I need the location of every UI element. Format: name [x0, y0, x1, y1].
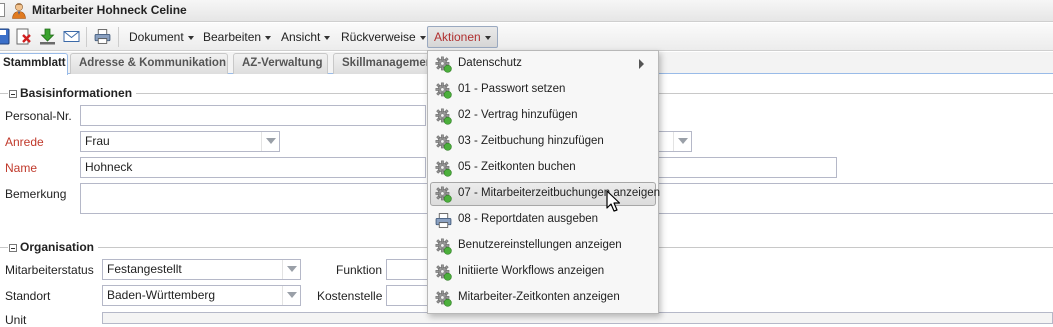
chevron-right-icon — [639, 59, 644, 69]
mitarbeiterstatus-label: Mitarbeiterstatus — [5, 263, 94, 277]
menu-item-label: 03 - Zeitbuchung hinzufügen — [458, 135, 604, 147]
section-title: Organisation — [20, 240, 95, 254]
name-label: Name — [5, 161, 38, 175]
print-icon — [435, 212, 452, 229]
tab-az-verwaltung[interactable]: AZ-Verwaltung — [233, 53, 328, 74]
menu-label: Rückverweise — [341, 30, 416, 44]
menu-item-label: 08 - Reportdaten ausgeben — [458, 213, 599, 225]
menu-item-label: Initiierte Workflows anzeigen — [458, 265, 605, 277]
personal-nr-label: Personal-Nr. — [5, 109, 72, 123]
mouse-pointer-icon — [606, 190, 621, 212]
print-icon[interactable] — [94, 28, 111, 45]
kostenstelle-label: Kostenstelle — [317, 289, 383, 303]
menu-label: Aktionen — [434, 30, 481, 44]
chevron-down-icon[interactable] — [282, 260, 300, 279]
aktionen-dropdown-menu: Datenschutz 01 - Passwort setzen 02 - Ve… — [427, 50, 660, 314]
menu-item-mitarbeiterzeitbuchungen-anzeigen[interactable]: 07 - Mitarbeiterzeitbuchungen anzeigen — [430, 182, 660, 206]
standort-label: Standort — [5, 289, 51, 303]
menu-item-zeitbuchung-hinzufuegen[interactable]: 03 - Zeitbuchung hinzufügen — [430, 130, 656, 154]
menu-item-benutzereinstellungen-anzeigen[interactable]: Benutzereinstellungen anzeigen — [430, 234, 656, 258]
chevron-down-icon — [419, 35, 426, 40]
menu-item-label: 05 - Zeitkonten buchen — [458, 161, 576, 173]
menu-item-passwort-setzen[interactable]: 01 - Passwort setzen — [430, 78, 656, 102]
section-organisation[interactable]: Organisation — [0, 240, 120, 255]
tab-stammblatt[interactable]: Stammblatt — [0, 53, 68, 75]
toolbar-separator — [86, 27, 87, 47]
chevron-down-icon — [324, 35, 331, 40]
chevron-down-icon[interactable] — [261, 132, 279, 151]
gear-icon — [435, 56, 452, 73]
standort-value: Baden-Württemberg — [107, 288, 216, 302]
menu-item-label: Mitarbeiter-Zeitkonten anzeigen — [458, 291, 620, 303]
unit-label: Unit — [5, 313, 27, 327]
menu-rueckverweise[interactable]: Rückverweise — [334, 26, 433, 48]
menu-item-label: 07 - Mitarbeiterzeitbuchungen anzeigen — [458, 187, 661, 199]
menu-item-reportdaten-ausgeben[interactable]: 08 - Reportdaten ausgeben — [430, 208, 656, 232]
mitarbeiterstatus-value: Festangestellt — [107, 262, 182, 276]
gear-icon — [435, 264, 452, 281]
menu-dokument[interactable]: Dokument — [122, 26, 201, 48]
section-title: Basisinformationen — [20, 86, 133, 100]
anrede-value: Frau — [85, 134, 110, 148]
menu-label: Bearbeiten — [203, 30, 262, 44]
user-icon — [12, 3, 26, 19]
chevron-down-icon — [265, 35, 272, 40]
menu-item-label: Benutzereinstellungen anzeigen — [458, 239, 622, 251]
bemerkung-label: Bemerkung — [5, 187, 67, 201]
menu-item-label: 02 - Vertrag hinzufügen — [458, 109, 578, 121]
menu-item-mitarbeiter-zeitkonten-anzeigen[interactable]: Mitarbeiter-Zeitkonten anzeigen — [430, 286, 656, 310]
funktion-label: Funktion — [336, 263, 383, 277]
section-basisinformationen[interactable]: Basisinformationen — [0, 86, 160, 101]
menu-item-zeitkonten-buchen[interactable]: 05 - Zeitkonten buchen — [430, 156, 656, 180]
menu-bearbeiten[interactable]: Bearbeiten — [196, 26, 278, 48]
delete-icon[interactable] — [15, 28, 32, 45]
chevron-down-icon[interactable] — [282, 286, 300, 305]
personal-nr-field[interactable] — [80, 105, 426, 126]
chevron-down-icon[interactable] — [673, 132, 691, 151]
menu-item-initiierte-workflows-anzeigen[interactable]: Initiierte Workflows anzeigen — [430, 260, 656, 284]
toolbar-separator — [118, 27, 119, 47]
menu-aktionen[interactable]: Aktionen — [427, 26, 498, 48]
window-titlebar: Mitarbeiter Hohneck Celine — [0, 0, 1053, 22]
menu-item-vertrag-hinzufuegen[interactable]: 02 - Vertrag hinzufügen — [430, 104, 656, 128]
gear-icon — [435, 238, 452, 255]
anrede-label: Anrede — [5, 135, 44, 149]
download-icon[interactable] — [39, 28, 56, 45]
gear-icon — [435, 186, 452, 203]
name-field[interactable]: Hohneck — [80, 157, 426, 178]
anrede-select[interactable]: Frau — [80, 131, 280, 152]
menu-label: Dokument — [129, 30, 184, 44]
collapse-icon[interactable] — [9, 90, 17, 98]
gear-icon — [435, 82, 452, 99]
menu-item-label: Datenschutz — [458, 57, 522, 69]
tab-adresse-kommunikation[interactable]: Adresse & Kommunikation — [70, 53, 228, 74]
menu-label: Ansicht — [281, 30, 321, 44]
chevron-down-icon — [187, 35, 194, 40]
mail-icon[interactable] — [63, 28, 80, 45]
text-field-obscured[interactable] — [640, 157, 837, 178]
mitarbeiterstatus-select[interactable]: Festangestellt — [102, 259, 301, 280]
gear-icon — [435, 108, 452, 125]
menu-ansicht[interactable]: Ansicht — [274, 26, 337, 48]
document-icon — [0, 3, 5, 17]
chevron-down-icon — [484, 35, 491, 40]
collapse-icon[interactable] — [9, 244, 17, 252]
toolbar: Dokument Bearbeiten Ansicht Rückverweise… — [0, 23, 1053, 51]
gear-icon — [435, 134, 452, 151]
menu-item-label: 01 - Passwort setzen — [458, 83, 566, 95]
save-icon[interactable] — [0, 28, 10, 45]
window-title: Mitarbeiter Hohneck Celine — [32, 3, 187, 17]
gear-icon — [435, 290, 452, 307]
standort-select[interactable]: Baden-Württemberg — [102, 285, 301, 306]
menu-item-datenschutz[interactable]: Datenschutz — [430, 52, 656, 76]
gear-icon — [435, 160, 452, 177]
